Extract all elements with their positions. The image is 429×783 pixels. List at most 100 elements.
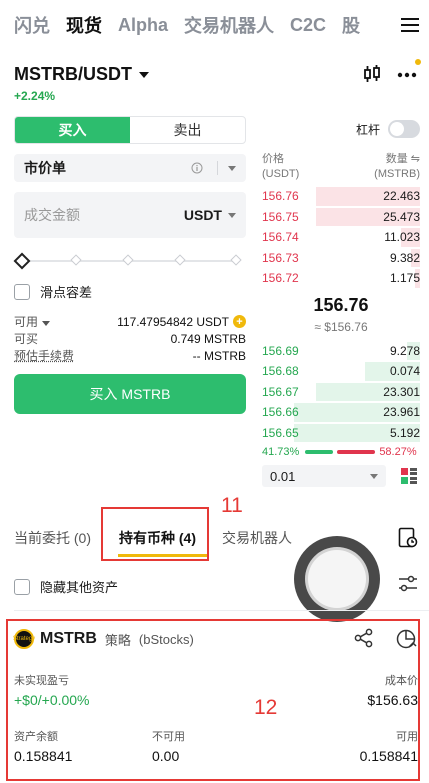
unrealized-pnl-label: 未实现盈亏 xyxy=(14,675,69,687)
asset-symbol: MSTRB xyxy=(40,630,97,647)
bid-row[interactable]: 156.68 0.074 xyxy=(262,361,420,382)
leverage-toggle[interactable] xyxy=(388,120,420,138)
add-funds-icon[interactable]: + xyxy=(233,315,246,328)
order-history-icon[interactable] xyxy=(398,527,418,549)
asks-list: 156.76 22.463 156.75 25.473 156.74 11.023 156.… xyxy=(262,186,420,289)
balance-label: 资产余额 xyxy=(14,731,58,743)
buy-ratio-bar xyxy=(305,450,334,454)
bids-list: 156.69 9.278 156.68 0.074 156.67 23.301 156.66… xyxy=(262,341,420,444)
more-button[interactable] xyxy=(397,59,421,83)
caret-down-icon xyxy=(42,321,51,326)
depth-value: 0.01 xyxy=(270,468,296,484)
caret-down-icon xyxy=(228,212,236,218)
ask-price: 156.73 xyxy=(262,250,299,265)
buyable-value: 0.749 MSTRB xyxy=(170,331,246,346)
depth-row: 0.01 xyxy=(262,465,420,487)
filter-sliders-icon[interactable] xyxy=(398,575,418,593)
ask-qty: 11.023 xyxy=(384,230,420,245)
hamburger-icon xyxy=(401,18,419,32)
pnl-analysis-icon[interactable] xyxy=(396,628,418,650)
ask-qty: 25.473 xyxy=(383,209,420,224)
nav-item-c2c[interactable]: C2C xyxy=(290,15,326,36)
order-type-select[interactable]: 市价单 xyxy=(14,154,246,182)
order-info: 可用 117.47954842 USDT + 可买 0.749 MSTRB 预估手… xyxy=(14,313,246,364)
ask-qty: 1.175 xyxy=(389,271,420,286)
asset-tag: 策略 xyxy=(104,632,131,648)
leverage-label: 杠杆 xyxy=(355,122,380,137)
bid-row[interactable]: 156.66 23.961 xyxy=(262,402,420,423)
buyable-label: 可买 xyxy=(14,332,39,346)
pair-change: +2.24% xyxy=(14,89,56,103)
order-form: 买入 卖出 市价单 成交金额 USDT 滑点容差 可用 117.47954842… xyxy=(13,116,246,414)
pair-selector[interactable]: MSTRB/USDT xyxy=(14,64,150,85)
slider-tick-25[interactable] xyxy=(70,254,82,266)
tab-open-orders[interactable]: 当前委托 (0) xyxy=(14,528,91,548)
hide-other-assets-checkbox[interactable] xyxy=(14,578,30,595)
price-header: 价格 xyxy=(262,153,284,165)
unavailable-label: 不可用 xyxy=(152,731,185,743)
side-tabs: 买入 卖出 xyxy=(14,116,246,144)
amount-input[interactable]: 成交金额 USDT xyxy=(14,192,246,238)
cost-price-label: 成本价 xyxy=(385,675,418,687)
ask-qty: 22.463 xyxy=(383,189,420,204)
fee-row: 预估手续费 -- MSTRB xyxy=(14,347,246,364)
ask-qty: 9.382 xyxy=(389,250,420,265)
nav-item-alpha[interactable]: Alpha xyxy=(118,15,168,36)
bid-qty: 9.278 xyxy=(389,343,420,358)
slider-tick-75[interactable] xyxy=(174,254,186,266)
caret-down-icon xyxy=(370,473,378,479)
qty-header: 数量 xyxy=(385,153,408,165)
bid-price: 156.69 xyxy=(262,343,299,358)
share-icon[interactable] xyxy=(354,628,374,648)
ask-row[interactable]: 156.75 25.473 xyxy=(262,207,420,228)
available-label: 可用 xyxy=(396,731,418,743)
slider-tick-50[interactable] xyxy=(122,254,134,266)
hide-other-assets-label: 隐藏其他资产 xyxy=(40,580,119,595)
divider xyxy=(14,610,429,611)
buy-tab[interactable]: 买入 xyxy=(15,117,130,143)
slippage-checkbox[interactable] xyxy=(14,283,30,300)
available-value: 0.158841 xyxy=(359,748,418,764)
asset-header: Strategy MSTRB 策略 (bStocks) xyxy=(13,626,418,652)
available-label[interactable]: 可用 xyxy=(14,313,51,330)
leverage-row: 杠杆 xyxy=(262,120,420,138)
slider-handle[interactable] xyxy=(13,252,31,270)
nav-item-convert[interactable]: 闪兑 xyxy=(14,12,50,38)
ask-price: 156.72 xyxy=(262,271,299,286)
ask-row[interactable]: 156.72 1.175 xyxy=(262,268,420,289)
top-nav: 闪兑 现货 Alpha 交易机器人 C2C 股 xyxy=(0,0,429,50)
bid-qty: 5.192 xyxy=(389,425,420,440)
pair-symbol: MSTRB/USDT xyxy=(14,64,132,84)
buy-submit-button[interactable]: 买入 MSTRB xyxy=(14,374,246,414)
asset-card[interactable]: Strategy MSTRB 策略 (bStocks) 未实现盈亏 成本价 +$… xyxy=(13,626,418,764)
tab-trading-bots[interactable]: 交易机器人 xyxy=(222,528,292,548)
amount-slider[interactable] xyxy=(13,252,246,270)
sell-tab[interactable]: 卖出 xyxy=(130,117,245,143)
ask-price: 156.76 xyxy=(262,189,299,204)
menu-button[interactable] xyxy=(391,0,429,50)
info-icon[interactable] xyxy=(191,162,203,174)
buy-ratio: 41.73% xyxy=(262,446,300,458)
nav-item-stocks[interactable]: 股 xyxy=(342,12,360,38)
fee-value: -- MSTRB xyxy=(192,348,246,363)
ask-row[interactable]: 156.76 22.463 xyxy=(262,186,420,207)
bid-row[interactable]: 156.67 23.301 xyxy=(262,382,420,403)
pair-header: MSTRB/USDT +2.24% xyxy=(14,64,150,103)
book-layout-icon[interactable] xyxy=(400,467,418,485)
available-value: 117.47954842 USDT xyxy=(117,314,229,329)
ask-price: 156.75 xyxy=(262,209,299,224)
bid-row[interactable]: 156.65 5.192 xyxy=(262,423,420,444)
amount-unit-select[interactable]: USDT xyxy=(184,207,222,223)
candlestick-chart-icon[interactable] xyxy=(363,64,381,84)
sell-ratio: 58.27% xyxy=(379,446,417,458)
bid-row[interactable]: 156.69 9.278 xyxy=(262,341,420,362)
ask-row[interactable]: 156.74 11.023 xyxy=(262,227,420,248)
ask-row[interactable]: 156.73 9.382 xyxy=(262,248,420,269)
slippage-label: 滑点容差 xyxy=(40,285,93,300)
nav-item-spot[interactable]: 现货 xyxy=(66,12,102,38)
swap-icon[interactable]: ⇋ xyxy=(411,153,420,165)
bid-qty: 23.961 xyxy=(383,405,420,420)
depth-select[interactable]: 0.01 xyxy=(262,465,386,487)
nav-item-trading-bots[interactable]: 交易机器人 xyxy=(184,12,274,38)
slider-tick-100[interactable] xyxy=(230,254,242,266)
